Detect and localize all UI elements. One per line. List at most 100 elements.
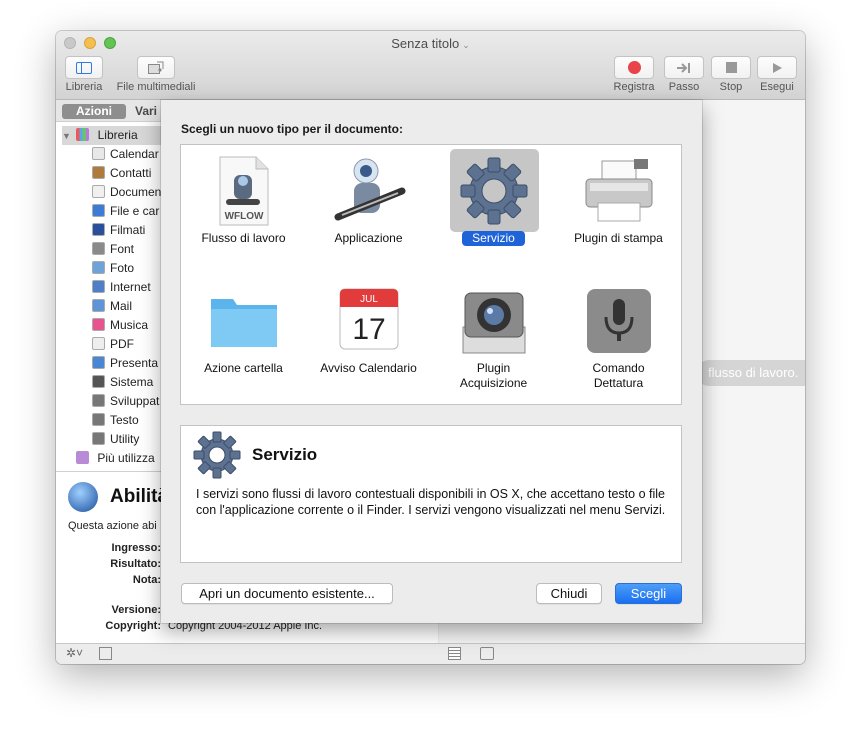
library-category-item[interactable]: Presenta	[92, 354, 158, 373]
camera-icon	[462, 292, 525, 354]
category-label: Mail	[110, 299, 133, 313]
action-summary: Questa azione abi	[68, 520, 157, 532]
calendar-month: JUL	[360, 294, 378, 305]
category-icon	[92, 394, 105, 407]
type-dictation-command[interactable]: Comando Dettatura	[556, 285, 681, 391]
category-label: Font	[110, 242, 135, 256]
library-category-item[interactable]: Filmati	[92, 221, 145, 240]
action-title: Abilità	[110, 486, 169, 507]
media-toolbar-item[interactable]: File multimediali	[111, 56, 201, 93]
description-title: Servizio	[252, 445, 318, 464]
category-label: Musica	[110, 318, 149, 332]
quicktime-icon	[68, 482, 98, 512]
type-workflow-label: Flusso di lavoro	[201, 231, 286, 245]
library-category-item[interactable]: Documen	[92, 183, 161, 202]
microphone-icon	[586, 289, 651, 353]
workflow-hint: flusso di lavoro.	[696, 360, 805, 386]
library-category-item[interactable]: Sistema	[92, 373, 153, 392]
field-result-label: Risultato:	[110, 558, 161, 570]
library-root-label: Libreria	[97, 128, 138, 142]
record-label: Registra	[613, 81, 655, 93]
window-title[interactable]: Senza titolo ⌄	[56, 36, 805, 51]
field-note-label: Nota:	[132, 574, 161, 586]
type-application[interactable]: Applicazione	[306, 155, 431, 246]
step-label: Passo	[668, 81, 700, 93]
category-label: File e car	[110, 204, 160, 218]
open-existing-button[interactable]: Apri un documento esistente...	[181, 583, 393, 604]
calendar-icon: JUL 17	[339, 288, 398, 350]
category-icon	[92, 242, 105, 255]
calendar-day: 17	[352, 313, 385, 346]
category-label: Documen	[110, 185, 162, 199]
library-category-item[interactable]: Sviluppat	[92, 392, 159, 411]
show-description-icon[interactable]	[99, 647, 112, 660]
description-text: I servizi sono flussi di lavoro contestu…	[196, 487, 666, 517]
type-calendar-alarm[interactable]: JUL 17 Avviso Calendario	[306, 285, 431, 376]
sidebar-icon	[65, 56, 103, 79]
run-toolbar-item[interactable]: Esegui	[756, 56, 798, 93]
library-category-item[interactable]: Internet	[92, 278, 151, 297]
library-toolbar-item[interactable]: Libreria	[62, 56, 106, 93]
type-application-label: Applicazione	[334, 231, 403, 245]
type-image-capture[interactable]: Plugin Acquisizione	[431, 285, 556, 391]
log-view-icon[interactable]	[448, 647, 461, 660]
chevron-down-icon: ⌄	[462, 40, 470, 50]
category-label: Foto	[110, 261, 135, 275]
category-label: Filmati	[110, 223, 146, 237]
type-folder-action[interactable]: Azione cartella	[181, 285, 306, 376]
record-toolbar-item[interactable]: Registra	[611, 56, 657, 93]
field-input-label: Ingresso:	[111, 542, 161, 554]
library-category-item[interactable]: Mail	[92, 297, 132, 316]
category-icon	[92, 223, 105, 236]
type-workflow[interactable]: WFLOW Flusso di lavoro	[181, 155, 306, 246]
close-button[interactable]: Chiudi	[536, 583, 602, 604]
field-copyright-label: Copyright:	[105, 620, 161, 632]
library-category-item[interactable]: File e car	[92, 202, 159, 221]
printer-icon	[585, 159, 652, 222]
type-print-plugin-label: Plugin di stampa	[574, 231, 663, 245]
library-category-item[interactable]: Musica	[92, 316, 148, 335]
category-label: Contatti	[110, 166, 152, 180]
most-used-item[interactable]: Più utilizza	[76, 449, 155, 468]
choose-button[interactable]: Scegli	[615, 583, 682, 604]
type-print-plugin[interactable]: Plugin di stampa	[556, 155, 681, 246]
stop-label: Stop	[719, 81, 743, 93]
type-dictation-command-label: Comando Dettatura	[592, 361, 645, 390]
play-icon	[757, 56, 797, 79]
type-service[interactable]: Servizio	[431, 155, 556, 246]
stop-toolbar-item[interactable]: Stop	[711, 56, 751, 93]
tab-actions[interactable]: Azioni	[62, 104, 126, 119]
library-category-item[interactable]: Testo	[92, 411, 139, 430]
library-label: Libreria	[65, 81, 103, 93]
library-category-item[interactable]: Font	[92, 240, 134, 259]
library-category-item[interactable]: Utility	[92, 430, 139, 449]
library-category-item[interactable]: Foto	[92, 259, 134, 278]
smart-folder-icon	[76, 451, 89, 464]
variables-view-icon[interactable]	[480, 647, 494, 660]
library-category-item[interactable]: Calendar	[92, 145, 159, 164]
category-label: Sistema	[110, 375, 154, 389]
type-description-box: Servizio I servizi sono flussi di lavoro…	[180, 425, 682, 563]
type-image-capture-label: Plugin Acquisizione	[459, 361, 528, 390]
library-category-item[interactable]: Contatti	[92, 164, 151, 183]
category-icon	[92, 337, 105, 350]
category-icon	[92, 318, 105, 331]
gear-menu-icon[interactable]: ✲˅	[66, 646, 83, 660]
new-document-sheet: Scegli un nuovo tipo per il documento: W…	[161, 100, 702, 623]
gear-icon	[460, 157, 527, 225]
disclosure-triangle-icon[interactable]: ▼	[62, 131, 71, 141]
type-calendar-alarm-label: Avviso Calendario	[320, 361, 417, 375]
tab-variables[interactable]: Vari	[135, 104, 157, 119]
type-folder-action-label: Azione cartella	[204, 361, 283, 375]
category-label: Testo	[110, 413, 139, 427]
step-toolbar-item[interactable]: Passo	[661, 56, 707, 93]
wflow-badge: WFLOW	[224, 211, 263, 222]
stop-icon	[711, 56, 751, 79]
media-icon	[137, 56, 175, 79]
library-category-item[interactable]: PDF	[92, 335, 134, 354]
category-label: Sviluppat	[110, 394, 160, 408]
category-icon	[92, 185, 105, 198]
category-label: PDF	[110, 337, 134, 351]
media-label: File multimediali	[116, 81, 196, 93]
category-icon	[92, 299, 105, 312]
